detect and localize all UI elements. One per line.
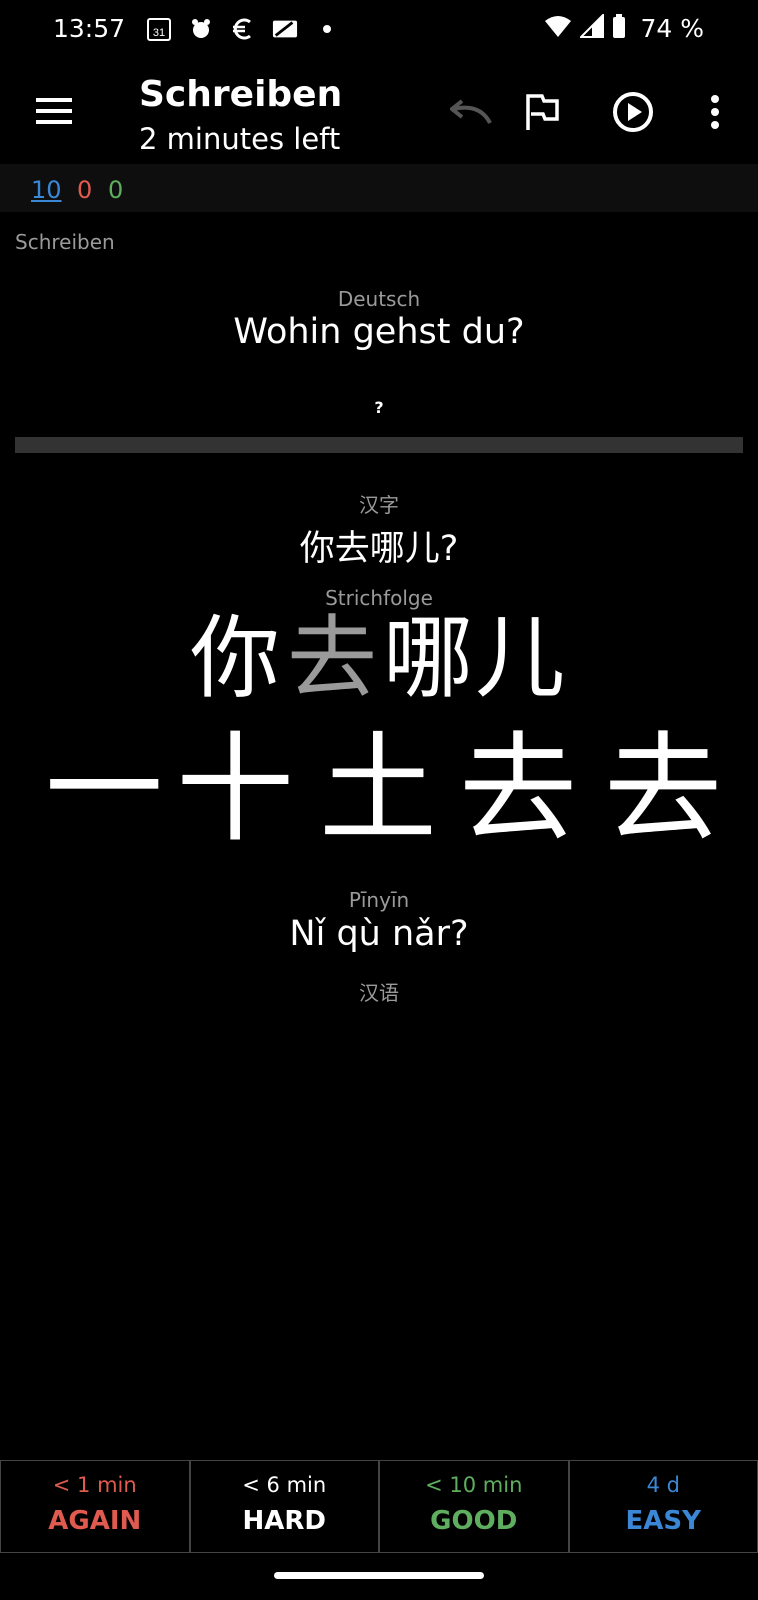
status-time: 13:57	[53, 14, 126, 43]
svg-text:31: 31	[153, 27, 165, 39]
good-label: GOOD	[430, 1506, 518, 1536]
euro-icon	[230, 16, 256, 42]
stroke-step: 去	[604, 720, 722, 858]
battery-percent: 74 %	[640, 14, 704, 43]
again-label: AGAIN	[48, 1506, 142, 1536]
flag-icon[interactable]	[518, 88, 566, 136]
signal-icon	[578, 12, 604, 42]
answer-buttons: < 1 min AGAIN < 6 min HARD < 10 min GOOD…	[0, 1460, 758, 1553]
learning-count: 0	[77, 176, 93, 204]
question-mark: ?	[374, 398, 384, 417]
field-label-hanzi: 汉字	[359, 493, 399, 517]
stroke-char-highlight: 去	[287, 606, 377, 705]
dot-icon	[314, 16, 340, 42]
battery-icon	[612, 14, 626, 42]
card-counts: 10 0 0	[0, 164, 758, 212]
menu-icon[interactable]	[34, 96, 74, 126]
home-indicator[interactable]	[274, 1572, 484, 1579]
answer-divider	[15, 437, 743, 453]
field-label-deutsch: Deutsch	[337, 287, 421, 311]
easy-label: EASY	[625, 1506, 701, 1536]
easy-interval: 4 d	[646, 1473, 680, 1497]
field-label-pinyin: Pīnyīn	[348, 888, 410, 912]
field-value-deutsch: Wohin gehst du?	[233, 312, 525, 352]
play-icon[interactable]	[609, 88, 657, 136]
calendar-icon: 31	[146, 16, 172, 42]
time-left: 2 minutes left	[139, 122, 341, 156]
stroke-order-steps: 一 十 土 去 去	[0, 710, 758, 860]
field-value-pinyin: Nǐ qù nǎr?	[289, 914, 469, 954]
good-interval: < 10 min	[425, 1473, 523, 1497]
more-icon[interactable]	[691, 88, 739, 136]
screen-title: Schreiben	[139, 74, 343, 115]
stroke-step: 一	[45, 720, 163, 858]
deck-label: Schreiben	[15, 230, 115, 254]
cast-icon	[272, 16, 298, 42]
field-label-hanyu: 汉语	[359, 981, 399, 1005]
stroke-step: 土	[319, 720, 437, 858]
easy-button[interactable]: 4 d EASY	[568, 1460, 758, 1553]
stroke-char: 哪	[383, 606, 473, 705]
hard-button[interactable]: < 6 min HARD	[189, 1460, 379, 1553]
hard-interval: < 6 min	[242, 1473, 327, 1497]
good-button[interactable]: < 10 min GOOD	[379, 1460, 569, 1553]
hard-label: HARD	[242, 1506, 326, 1536]
field-value-hanzi: 你去哪儿?	[299, 529, 459, 569]
new-count: 10	[31, 176, 62, 204]
undo-icon[interactable]	[448, 88, 496, 136]
again-button[interactable]: < 1 min AGAIN	[0, 1460, 190, 1553]
notification-icons: 31	[146, 16, 340, 42]
review-count: 0	[108, 176, 124, 204]
stroke-char: 儿	[475, 606, 565, 705]
stroke-step: 十	[176, 720, 294, 858]
wifi-icon	[544, 14, 572, 42]
system-icons	[544, 12, 626, 42]
gear-bug-icon	[188, 16, 214, 42]
stroke-step: 去	[459, 720, 577, 858]
again-interval: < 1 min	[52, 1473, 137, 1497]
status-bar: 13:57 31 74 %	[0, 0, 758, 60]
stroke-char: 你	[190, 606, 280, 705]
stroke-characters: 你 去 哪 儿	[0, 605, 758, 711]
app-toolbar: Schreiben 2 minutes left	[0, 60, 758, 164]
